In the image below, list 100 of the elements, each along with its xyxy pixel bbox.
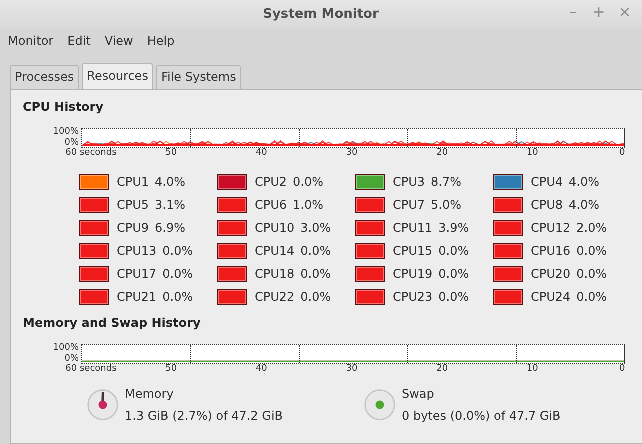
color-swatch[interactable] <box>217 266 247 282</box>
cpu-usage: 0.0% <box>576 290 608 304</box>
cpu-usage: 6.9% <box>155 221 186 235</box>
cpu-usage: 2.0% <box>576 221 608 235</box>
color-swatch[interactable] <box>493 243 523 259</box>
cpu-name: CPU8 <box>531 198 564 212</box>
color-swatch[interactable] <box>217 220 247 236</box>
cpu-usage: 0.0% <box>438 267 470 281</box>
axis-label: 50 <box>166 148 178 158</box>
cpu-name: CPU12 <box>531 221 571 235</box>
axis-label: 20 <box>436 148 448 158</box>
tab[interactable]: File Systems <box>156 65 242 89</box>
cpu-name: CPU4 <box>531 175 564 189</box>
cpu-name: CPU21 <box>117 290 157 304</box>
color-swatch[interactable] <box>79 266 109 282</box>
cpu-name: CPU14 <box>255 244 295 258</box>
cpu-name: CPU10 <box>255 221 295 235</box>
cpu-usage: 0.0% <box>300 244 332 258</box>
axis-label: 20 <box>436 364 448 374</box>
color-swatch[interactable] <box>355 174 385 190</box>
cpu-usage: 0.0% <box>293 175 324 189</box>
cpu-usage: 0.0% <box>162 267 194 281</box>
cpu-usage: 5.0% <box>431 198 462 212</box>
color-swatch[interactable] <box>79 220 109 236</box>
axis-label: 0% <box>64 355 79 364</box>
color-swatch[interactable] <box>493 197 523 213</box>
usage-pie-icon[interactable] <box>87 389 119 421</box>
cpu-name: CPU7 <box>393 198 426 212</box>
cpu-usage: 0.0% <box>438 290 470 304</box>
color-swatch[interactable] <box>355 289 385 305</box>
cpu-name: CPU16 <box>531 244 571 258</box>
cpu-usage: 0.0% <box>162 244 194 258</box>
axis-label: 0 <box>620 148 626 158</box>
axis-label: 30 <box>346 364 358 374</box>
cpu-usage: 8.7% <box>431 175 462 189</box>
color-swatch[interactable] <box>79 289 109 305</box>
cpu-name: CPU3 <box>393 175 426 189</box>
color-swatch[interactable] <box>493 220 523 236</box>
color-swatch[interactable] <box>355 197 385 213</box>
axis-label: 60 seconds <box>66 148 117 158</box>
axis-label: 100% <box>53 128 79 137</box>
cpu-usage: 0.0% <box>438 244 470 258</box>
axis-label: 0 <box>620 364 626 374</box>
color-swatch[interactable] <box>217 197 247 213</box>
tab[interactable]: Processes <box>10 65 80 89</box>
cpu-name: CPU9 <box>117 221 150 235</box>
menu-item[interactable]: Edit <box>68 34 91 48</box>
cpu-name: CPU13 <box>117 244 157 258</box>
cpu-name: CPU5 <box>117 198 150 212</box>
cpu-usage: 4.0% <box>569 175 600 189</box>
cpu-usage: 0.0% <box>300 267 332 281</box>
cpu-usage: 1.0% <box>293 198 324 212</box>
axis-label: 0% <box>64 139 79 148</box>
menu-item[interactable]: Help <box>147 34 175 48</box>
cpu-usage: 3.9% <box>438 221 470 235</box>
axis-label: 40 <box>256 148 268 158</box>
axis-label: 50 <box>166 364 178 374</box>
color-swatch[interactable] <box>493 266 523 282</box>
cpu-usage: 0.0% <box>300 290 332 304</box>
cpu-name: CPU18 <box>255 267 295 281</box>
menu-item[interactable]: Monitor <box>8 34 54 48</box>
tab[interactable]: Resources <box>82 63 154 89</box>
axis-label: 30 <box>346 148 358 158</box>
menu-item[interactable]: View <box>104 34 134 48</box>
cpu-usage: 4.0% <box>155 175 186 189</box>
cpu-name: CPU19 <box>393 267 433 281</box>
axis-label: 100% <box>53 344 79 353</box>
color-swatch[interactable] <box>217 174 247 190</box>
cpu-usage: 0.0% <box>576 267 608 281</box>
color-swatch[interactable] <box>355 266 385 282</box>
color-swatch[interactable] <box>79 197 109 213</box>
cpu-usage: 4.0% <box>569 198 600 212</box>
axis-label: 10 <box>526 364 538 374</box>
cpu-name: CPU20 <box>531 267 571 281</box>
color-swatch[interactable] <box>493 289 523 305</box>
color-swatch[interactable] <box>217 289 247 305</box>
color-swatch[interactable] <box>355 243 385 259</box>
cpu-name: CPU17 <box>117 267 157 281</box>
cpu-name: CPU15 <box>393 244 433 258</box>
cpu-name: CPU23 <box>393 290 433 304</box>
usage-pie-icon[interactable] <box>364 389 396 421</box>
cpu-name: CPU6 <box>255 198 288 212</box>
memory-usage: 1.3 GiB (2.7%) of 47.2 GiB <box>125 409 284 423</box>
color-swatch[interactable] <box>217 243 247 259</box>
color-swatch[interactable] <box>355 220 385 236</box>
color-swatch[interactable] <box>79 174 109 190</box>
section-title: CPU History <box>23 100 105 114</box>
cpu-usage: 3.1% <box>155 198 186 212</box>
axis-label: 10 <box>526 148 538 158</box>
cpu-usage: 3.0% <box>300 221 332 235</box>
cpu-usage: 0.0% <box>162 290 194 304</box>
color-swatch[interactable] <box>493 174 523 190</box>
cpu-name: CPU2 <box>255 175 288 189</box>
window-title: System Monitor <box>263 6 379 22</box>
color-swatch[interactable] <box>79 243 109 259</box>
cpu-name: CPU1 <box>117 175 150 189</box>
axis-label: 40 <box>256 364 268 374</box>
section-title: Memory and Swap History <box>23 316 202 330</box>
memory-label: Swap <box>402 387 436 401</box>
cpu-name: CPU22 <box>255 290 295 304</box>
